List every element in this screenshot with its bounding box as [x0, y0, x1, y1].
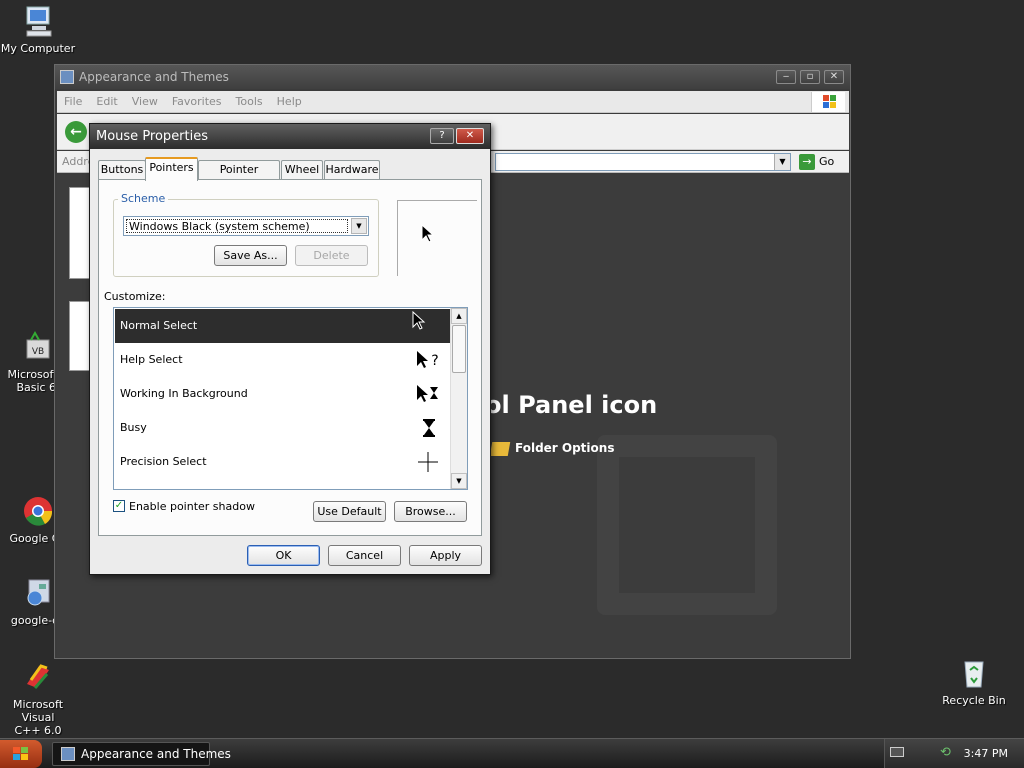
pointer-shadow-checkbox[interactable]: ✓: [113, 500, 125, 512]
working-cursor-icon: [417, 385, 438, 402]
help-cursor-icon: ?: [417, 351, 439, 369]
windows-flag-icon: [13, 747, 28, 760]
list-item[interactable]: Precision Select: [115, 445, 450, 479]
scheme-select[interactable]: Windows Black (system scheme) ▼: [123, 216, 369, 236]
go-arrow-icon: →: [799, 154, 815, 170]
system-tray: ⟲ 3:47 PM: [884, 739, 1024, 768]
menu-favorites[interactable]: Favorites: [165, 91, 229, 113]
clock[interactable]: 3:47 PM: [964, 739, 1008, 768]
tab-buttons[interactable]: Buttons: [98, 160, 146, 180]
list-item[interactable]: Help Select ?: [115, 343, 450, 377]
pointer-name: Help Select: [120, 353, 183, 366]
desktop-icon-label: Recycle Bin: [942, 694, 1006, 707]
desktop-icon-my-computer[interactable]: My Computer: [0, 4, 78, 55]
list-item[interactable]: Normal Select: [115, 309, 450, 343]
scroll-down-icon[interactable]: ▼: [451, 473, 467, 489]
save-as-button[interactable]: Save As...: [214, 245, 287, 266]
menu-help[interactable]: Help: [270, 91, 309, 113]
folder-icon: [61, 747, 75, 761]
desktop-icon-ms-visual-cpp[interactable]: Microsoft Visual C++ 6.0: [0, 660, 78, 737]
start-button[interactable]: [0, 740, 42, 768]
svg-text:?: ?: [431, 353, 438, 369]
tab-hardware[interactable]: Hardware: [324, 160, 380, 180]
pointer-shadow-label: Enable pointer shadow: [129, 500, 255, 513]
taskbar-item-appearance[interactable]: Appearance and Themes: [52, 742, 231, 766]
pointer-name: Normal Select: [120, 319, 198, 332]
minimize-button[interactable]: ‒: [776, 70, 796, 84]
network-icon[interactable]: ⟲: [940, 746, 954, 760]
folder-options-link[interactable]: Folder Options: [489, 441, 615, 456]
desktop-icon-recycle-bin[interactable]: Recycle Bin: [934, 656, 1014, 707]
close-button[interactable]: ✕: [456, 128, 484, 144]
customize-label: Customize:: [104, 290, 166, 303]
menu-tools[interactable]: Tools: [229, 91, 270, 113]
tab-pointers[interactable]: Pointers: [145, 157, 198, 181]
scheme-label: Scheme: [118, 192, 169, 205]
use-default-button[interactable]: Use Default: [313, 501, 386, 522]
pointer-name: Busy: [120, 421, 147, 434]
explorer-title-bar[interactable]: Appearance and Themes ‒ ▫ ✕: [55, 65, 850, 89]
back-icon[interactable]: ←: [65, 121, 87, 143]
scroll-thumb[interactable]: [452, 325, 466, 373]
installer-icon: [21, 576, 55, 610]
menu-view[interactable]: View: [125, 91, 165, 113]
dialog-title: Mouse Properties: [96, 129, 209, 144]
folder-icon: [489, 441, 511, 456]
address-field[interactable]: ▼: [495, 153, 791, 171]
windows-logo-icon: [811, 92, 845, 112]
control-panel-heading: ol Panel icon: [485, 391, 658, 419]
taskbar: Appearance and Themes ⟲ 3:47 PM: [0, 738, 1024, 768]
visual-basic-icon: VB: [21, 330, 55, 364]
pointer-name: Precision Select: [120, 455, 207, 468]
scheme-value: Windows Black (system scheme): [126, 219, 348, 233]
arrow-cursor-icon: [412, 311, 426, 330]
computer-icon: [21, 4, 55, 38]
tab-wheel[interactable]: Wheel: [281, 160, 323, 180]
browse-button[interactable]: Browse...: [394, 501, 467, 522]
mouse-properties-dialog[interactable]: Mouse Properties ? ✕ Buttons Pointers Po…: [89, 123, 491, 575]
pointer-name: Working In Background: [120, 387, 248, 400]
menu-bar: File Edit View Favorites Tools Help: [57, 91, 849, 113]
help-button[interactable]: ?: [430, 128, 454, 144]
folder-options-label: Folder Options: [515, 441, 615, 455]
pointer-list[interactable]: Normal Select Help Select ? Working In B…: [113, 307, 468, 490]
apply-button[interactable]: Apply: [409, 545, 482, 566]
ok-button[interactable]: OK: [247, 545, 320, 566]
folder-icon: [60, 70, 74, 84]
desktop-icon-label: Microsoft Visual C++ 6.0: [12, 698, 64, 737]
cancel-button[interactable]: Cancel: [328, 545, 401, 566]
taskbar-item-label: Appearance and Themes: [81, 747, 231, 761]
chrome-icon: [21, 494, 55, 528]
arrow-cursor-icon: [421, 224, 435, 243]
list-item[interactable]: Working In Background: [115, 377, 450, 411]
chevron-down-icon[interactable]: ▼: [774, 154, 790, 170]
scroll-up-icon[interactable]: ▲: [451, 308, 467, 324]
list-item[interactable]: Busy: [115, 411, 450, 445]
list-scrollbar[interactable]: ▲ ▼: [450, 308, 467, 489]
maximize-button[interactable]: ▫: [800, 70, 820, 84]
pointer-preview: [397, 200, 477, 276]
go-button[interactable]: → Go: [799, 153, 834, 171]
close-button[interactable]: ✕: [824, 70, 844, 84]
visual-cpp-icon: [21, 660, 55, 694]
recycle-bin-icon: [957, 656, 991, 690]
dialog-title-bar[interactable]: Mouse Properties ? ✕: [90, 124, 490, 149]
crosshair-cursor-icon: [418, 452, 438, 472]
background-watermark: [597, 435, 777, 615]
pointers-tab-panel: Scheme Windows Black (system scheme) ▼ S…: [98, 179, 482, 536]
tab-pointer-options[interactable]: Pointer Options: [198, 160, 280, 194]
menu-edit[interactable]: Edit: [89, 91, 124, 113]
go-label: Go: [819, 155, 835, 168]
chevron-down-icon[interactable]: ▼: [351, 218, 367, 234]
explorer-title: Appearance and Themes: [79, 70, 229, 84]
desktop-icon-label: My Computer: [0, 42, 76, 55]
keyboard-icon[interactable]: [890, 747, 904, 757]
menu-file[interactable]: File: [57, 91, 89, 113]
svg-text:VB: VB: [32, 347, 44, 357]
delete-button[interactable]: Delete: [295, 245, 368, 266]
busy-cursor-icon: [423, 419, 435, 437]
